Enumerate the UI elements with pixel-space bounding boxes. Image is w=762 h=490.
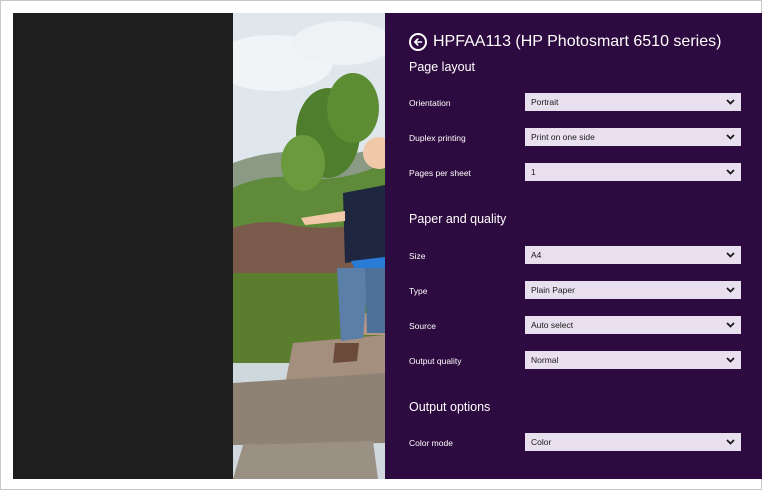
orientation-label: Orientation	[409, 98, 451, 108]
orientation-value: Portrait	[531, 97, 559, 107]
type-label: Type	[409, 286, 428, 296]
pages-per-sheet-value: 1	[531, 167, 536, 177]
output-quality-value: Normal	[531, 355, 559, 365]
section-heading-output-options: Output options	[409, 400, 491, 414]
chevron-down-icon	[726, 169, 735, 175]
panel-header: HPFAA113 (HP Photosmart 6510 series)	[409, 31, 721, 53]
color-mode-label: Color mode	[409, 438, 453, 448]
print-preview-image	[233, 13, 385, 479]
back-arrow-circle-icon[interactable]	[409, 33, 427, 51]
source-select[interactable]: Auto select	[525, 316, 741, 334]
source-value: Auto select	[531, 320, 574, 330]
back-arrow-glyph	[414, 38, 423, 46]
type-value: Plain Paper	[531, 285, 575, 295]
orientation-select[interactable]: Portrait	[525, 93, 741, 111]
output-quality-label: Output quality	[409, 356, 462, 366]
source-label: Source	[409, 321, 436, 331]
duplex-select[interactable]: Print on one side	[525, 128, 741, 146]
chevron-down-icon	[726, 357, 735, 363]
duplex-label: Duplex printing	[409, 133, 466, 143]
printer-title: HPFAA113 (HP Photosmart 6510 series)	[433, 33, 722, 50]
screenshot-frame: HPFAA113 (HP Photosmart 6510 series) Pag…	[0, 0, 762, 490]
pages-per-sheet-select[interactable]: 1	[525, 163, 741, 181]
size-value: A4	[531, 250, 542, 260]
type-select[interactable]: Plain Paper	[525, 281, 741, 299]
preview-photo	[233, 13, 385, 479]
chevron-down-icon	[726, 134, 735, 140]
section-heading-page-layout: Page layout	[409, 60, 476, 74]
output-quality-select[interactable]: Normal	[525, 351, 741, 369]
chevron-down-icon	[726, 252, 735, 258]
pages-per-sheet-label: Pages per sheet	[409, 168, 471, 178]
size-label: Size	[409, 251, 426, 261]
duplex-value: Print on one side	[531, 132, 595, 142]
printer-settings-panel: HPFAA113 (HP Photosmart 6510 series) Pag…	[385, 13, 762, 479]
chevron-down-icon	[726, 439, 735, 445]
chevron-down-icon	[726, 99, 735, 105]
color-mode-select[interactable]: Color	[525, 433, 741, 451]
left-preview-pane	[13, 13, 233, 479]
chevron-down-icon	[726, 322, 735, 328]
chevron-down-icon	[726, 287, 735, 293]
size-select[interactable]: A4	[525, 246, 741, 264]
section-heading-paper-quality: Paper and quality	[409, 212, 507, 226]
color-mode-value: Color	[531, 437, 552, 447]
